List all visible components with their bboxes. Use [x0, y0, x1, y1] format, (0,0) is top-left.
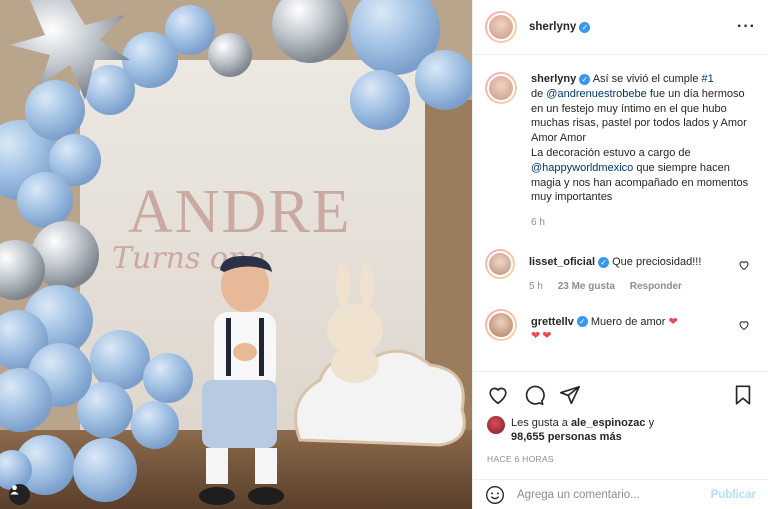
- verified-badge-icon: ✓: [576, 316, 588, 328]
- likes-summary: Les gusta a ale_espinozac y 98,655 perso…: [487, 416, 754, 444]
- comments-list: sherlyny ✓ Así se vivió el cumple #1 de @…: [473, 56, 768, 370]
- likes-count[interactable]: 98,655 personas más: [511, 431, 622, 443]
- comment-composer: Agrega un comentario... Publicar: [473, 479, 768, 509]
- mention-link[interactable]: @andrenuestrobebe: [546, 88, 646, 100]
- heart-emoji: ❤: [668, 315, 678, 328]
- comment-likes[interactable]: 23 Me gusta: [558, 281, 615, 292]
- liked-by-suffix: y: [645, 417, 655, 429]
- share-send-icon[interactable]: [559, 384, 581, 406]
- comment-input[interactable]: Agrega un comentario...: [517, 489, 711, 501]
- caption-body: sherlyny ✓ Así se vivió el cumple #1 de @…: [531, 72, 756, 231]
- comment-body: lisset_oficial ✓ Que preciosidad!!! 5 h 2…: [529, 255, 756, 295]
- bookmark-icon[interactable]: [732, 384, 754, 406]
- author-username[interactable]: sherlyny: [529, 21, 576, 33]
- like-heart-icon[interactable]: [487, 384, 509, 406]
- comment-author[interactable]: lisset_oficial: [529, 256, 595, 268]
- reply-button[interactable]: Responder: [630, 281, 682, 292]
- caption-text: Así se vivió el cumple: [590, 73, 702, 85]
- publish-button[interactable]: Publicar: [711, 489, 756, 501]
- verified-badge-icon: ✓: [579, 73, 591, 85]
- caption-author[interactable]: sherlyny: [531, 73, 576, 85]
- post-actions: Les gusta a ale_espinozac y 98,655 perso…: [473, 371, 768, 464]
- commenter-avatar[interactable]: [485, 248, 515, 279]
- user-tag-icon[interactable]: [9, 484, 30, 505]
- caption-text: de: [531, 87, 547, 100]
- liked-by-user[interactable]: ale_espinozac: [571, 417, 646, 429]
- post-timestamp[interactable]: HACE 6 HORAS: [487, 454, 754, 464]
- liker-avatar[interactable]: [487, 416, 505, 434]
- commenter-avatar[interactable]: [485, 308, 517, 341]
- hashtag-link[interactable]: #1: [702, 73, 714, 85]
- post-header: sherlyny ✓ ···: [473, 0, 768, 55]
- post-photo[interactable]: ANDRE Turns one: [0, 0, 472, 509]
- photo-scene: ANDRE Turns one: [0, 0, 472, 509]
- backdrop-name: ANDRE: [128, 178, 352, 246]
- comment-text: Que preciosidad!!!: [612, 255, 702, 268]
- emoji-icon[interactable]: [485, 485, 505, 505]
- verified-badge-icon: ✓: [579, 21, 591, 33]
- more-options-icon[interactable]: ···: [737, 18, 756, 36]
- comment-author[interactable]: grettellv: [531, 316, 574, 328]
- verified-badge-icon: ✓: [598, 256, 610, 268]
- caption-avatar[interactable]: [485, 72, 517, 104]
- liked-by-prefix: Les gusta a: [511, 417, 571, 429]
- caption: sherlyny ✓ Así se vivió el cumple #1 de @…: [485, 72, 756, 231]
- comment-text: Muero de amor: [590, 315, 666, 328]
- comment-item: lisset_oficial ✓ Que preciosidad!!! 5 h 2…: [485, 248, 756, 295]
- comment-time[interactable]: 5 h: [529, 281, 543, 292]
- like-comment-heart-icon[interactable]: [738, 319, 750, 331]
- like-comment-heart-icon[interactable]: [738, 259, 750, 271]
- author-avatar[interactable]: [485, 11, 517, 43]
- heart-emoji-line: ❤❤: [531, 330, 554, 343]
- comment-item: grettellv ✓ Muero de amor ❤ ❤❤: [485, 308, 756, 345]
- caption-time[interactable]: 6 h: [531, 217, 545, 228]
- post-sidebar: sherlyny ✓ ··· sherlyny ✓ Así se vivió el…: [472, 0, 768, 509]
- caption-text: La decoración estuvo a cargo de: [531, 146, 691, 159]
- comment-bubble-icon[interactable]: [523, 384, 545, 406]
- comment-body: grettellv ✓ Muero de amor ❤ ❤❤: [531, 315, 756, 345]
- mention-link[interactable]: @happyworldmexico: [531, 162, 633, 174]
